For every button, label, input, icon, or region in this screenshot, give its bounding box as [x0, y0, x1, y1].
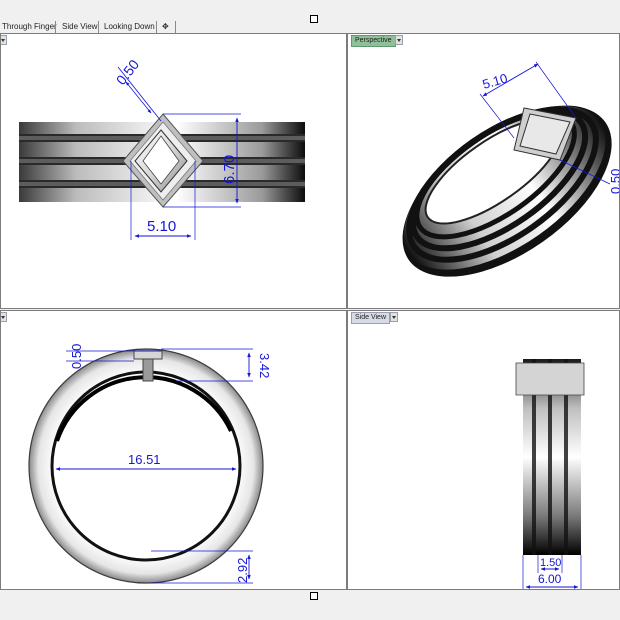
- tab-separator: [156, 21, 157, 33]
- dimension-label: 6.00: [538, 572, 562, 586]
- dimension-label: 16.51: [128, 452, 161, 467]
- tab-separator: [175, 21, 176, 33]
- tab-looking-down[interactable]: Looking Down: [102, 21, 157, 33]
- ring-top-view-drawing: 0.50 6.70 5.10: [19, 56, 305, 240]
- resize-handle-bottom[interactable]: [310, 592, 318, 600]
- viewport-looking-down[interactable]: 0.50 6.70 5.10: [0, 33, 347, 309]
- status-bar: [0, 590, 620, 620]
- dimension-label: 0.50: [608, 169, 620, 194]
- dimension-label: 5.10: [481, 70, 509, 91]
- ring-perspective-drawing: 5.10 0.50: [402, 61, 620, 277]
- tab-separator: [55, 21, 56, 33]
- viewport-tab-bar: Through Finger Side View Looking Down ✥: [0, 0, 620, 33]
- dimension-label: 2.92: [235, 558, 250, 583]
- resize-handle-top[interactable]: [310, 15, 318, 23]
- dimension-label: 5.10: [147, 218, 176, 235]
- ring-front-view-drawing: 0.50 3.42 16.51 2.92: [28, 344, 272, 584]
- add-tab-icon[interactable]: ✥: [160, 21, 171, 33]
- dimension-label: 0.50: [69, 344, 84, 369]
- viewport-side-view[interactable]: Side View 1.50 6.00: [347, 310, 620, 590]
- viewport-through-finger[interactable]: 0.50 3.42 16.51 2.92: [0, 310, 347, 590]
- dimension-label: 3.42: [257, 353, 272, 378]
- viewport-perspective[interactable]: Perspective 5.10 0.50: [347, 33, 620, 309]
- dimension-label: 1.50: [540, 557, 561, 569]
- tab-through-finger[interactable]: Through Finger: [0, 21, 59, 33]
- ring-side-view-drawing: 1.50 6.00: [515, 359, 585, 589]
- dimension-line: [125, 81, 152, 114]
- tab-separator: [98, 21, 99, 33]
- tab-side-view[interactable]: Side View: [60, 21, 99, 33]
- dimension-label: 0.50: [113, 56, 143, 87]
- dimension-label: 6.70: [221, 155, 238, 184]
